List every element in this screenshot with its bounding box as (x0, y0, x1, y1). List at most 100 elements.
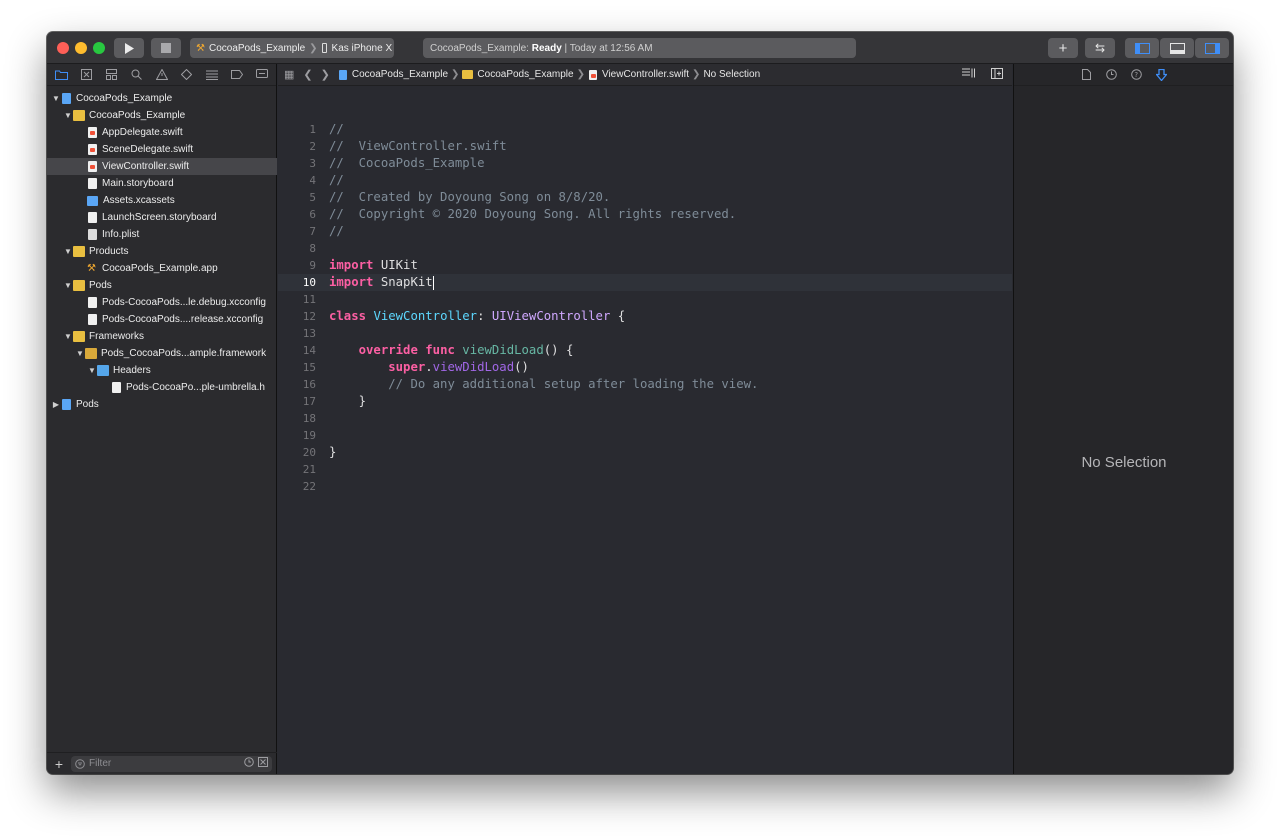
code-review-button[interactable]: ⇆ (1085, 38, 1115, 58)
code-line[interactable]: 14 override func viewDidLoad() { (278, 342, 1012, 359)
code-line[interactable]: 21 (278, 461, 1012, 478)
related-items-icon[interactable]: ▦ (284, 68, 294, 81)
tree-item-label: SceneDelegate.swift (102, 144, 194, 155)
scheme-selector[interactable]: ⚒ CocoaPods_Example ❯ Kas iPhone X (190, 38, 394, 58)
folder-icon (73, 331, 85, 342)
breadcrumb-group[interactable]: CocoaPods_Example (477, 69, 573, 80)
zoom-window-button[interactable] (93, 42, 105, 54)
tree-item-file[interactable]: LaunchScreen.storyboard (47, 209, 277, 226)
source-control-navigator-tab[interactable] (78, 68, 95, 82)
filter-field[interactable] (71, 755, 272, 772)
tree-item-file[interactable]: ⚒ CocoaPods_Example.app (47, 260, 277, 277)
tree-item-file[interactable]: AppDelegate.swift (47, 124, 277, 141)
filter-input[interactable] (89, 758, 229, 769)
disclosure-triangle-icon[interactable]: ▼ (87, 366, 97, 375)
stop-icon (161, 43, 171, 53)
navigator-tabs (47, 64, 276, 86)
jump-bar: ▦ ❮ ❯ CocoaPods_Example ❯ CocoaPods_Exam… (278, 64, 1012, 86)
tree-item-file[interactable]: SceneDelegate.swift (47, 141, 277, 158)
source-control-filter-icon[interactable] (258, 757, 268, 770)
tree-item-project[interactable]: ▼ CocoaPods_Example (47, 90, 277, 107)
tree-item-group[interactable]: ▼ Headers (47, 362, 277, 379)
toggle-inspector-button[interactable] (1195, 38, 1229, 58)
chevron-left-icon[interactable]: ❮ (303, 68, 312, 81)
breadcrumb-project[interactable]: CocoaPods_Example (352, 69, 448, 80)
code-line[interactable]: 1 // (278, 121, 1012, 138)
tree-item-group[interactable]: ▼ CocoaPods_Example (47, 107, 277, 124)
breakpoint-navigator-tab[interactable] (228, 68, 245, 82)
run-button[interactable] (114, 38, 144, 58)
code-line[interactable]: 20} (278, 444, 1012, 461)
tree-item-group[interactable]: ▼ Pods (47, 277, 277, 294)
attributes-inspector-tab[interactable] (1155, 68, 1167, 81)
code-text: // (329, 122, 344, 136)
file-inspector-tab[interactable] (1080, 69, 1092, 81)
minimize-window-button[interactable] (75, 42, 87, 54)
symbol-navigator-tab[interactable] (103, 68, 120, 82)
disclosure-triangle-icon[interactable]: ▼ (63, 247, 73, 256)
tree-item-file-selected[interactable]: ViewController.swift (47, 158, 277, 175)
history-inspector-tab[interactable] (1105, 69, 1117, 81)
close-window-button[interactable] (57, 42, 69, 54)
code-line[interactable]: 11 (278, 291, 1012, 308)
code-area[interactable]: 1 // 2 // ViewController.swift 3 // CocoaPods… (278, 121, 1012, 495)
code-line[interactable]: 19 (278, 427, 1012, 444)
code-line[interactable]: 18 (278, 410, 1012, 427)
recent-files-icon[interactable] (244, 757, 254, 770)
code-line[interactable]: 12 class ViewController: UIViewController… (278, 308, 1012, 325)
tree-item-group[interactable]: ▼ Products (47, 243, 277, 260)
find-navigator-tab[interactable] (128, 68, 145, 82)
toggle-debug-area-button[interactable] (1160, 38, 1194, 58)
tree-item-file[interactable]: Main.storyboard (47, 175, 277, 192)
warning-icon (155, 69, 168, 80)
library-button[interactable]: + (1048, 38, 1078, 58)
project-file-icon (62, 399, 71, 410)
add-file-button[interactable]: + (47, 756, 71, 772)
code-line[interactable]: 16 // Do any additional setup after load… (278, 376, 1012, 393)
tree-item-group[interactable]: ▼ Frameworks (47, 328, 277, 345)
tree-item-file[interactable]: Pods-CocoaPods....release.xcconfig (47, 311, 277, 328)
test-diamond-icon (181, 69, 192, 80)
report-navigator-tab[interactable] (253, 68, 270, 82)
toggle-navigator-button[interactable] (1125, 38, 1159, 58)
code-line[interactable]: 22 (278, 478, 1012, 495)
disclosure-triangle-icon[interactable]: ▼ (63, 281, 73, 290)
tree-item-file[interactable]: Pods-CocoaPods...le.debug.xcconfig (47, 294, 277, 311)
project-navigator-tab[interactable] (53, 68, 70, 82)
code-line[interactable]: 7 // (278, 223, 1012, 240)
disclosure-triangle-icon[interactable]: ▼ (51, 94, 61, 103)
code-line[interactable]: 9 import UIKit (278, 257, 1012, 274)
tree-item-project[interactable]: ▶ Pods (47, 396, 277, 413)
disclosure-triangle-icon[interactable]: ▼ (75, 349, 85, 358)
tree-item-file[interactable]: Info.plist (47, 226, 277, 243)
code-line[interactable]: 15 super.viewDidLoad() (278, 359, 1012, 376)
code-line[interactable]: 3 // CocoaPods_Example (278, 155, 1012, 172)
code-line[interactable]: 10 import SnapKit (278, 274, 1012, 291)
code-line[interactable]: 5 // Created by Doyoung Song on 8/8/20. (278, 189, 1012, 206)
code-line[interactable]: 13 (278, 325, 1012, 342)
issue-navigator-tab[interactable] (153, 68, 170, 82)
code-line[interactable]: 4 // (278, 172, 1012, 189)
stop-button[interactable] (151, 38, 181, 58)
code-text: class ViewController: UIViewController { (329, 309, 626, 323)
disclosure-triangle-icon[interactable]: ▶ (51, 400, 61, 409)
code-line[interactable]: 6 // Copyright © 2020 Doyoung Song. All r… (278, 206, 1012, 223)
add-editor-icon[interactable] (991, 67, 1003, 82)
test-navigator-tab[interactable] (178, 68, 195, 82)
code-line[interactable]: 17 } (278, 393, 1012, 410)
disclosure-triangle-icon[interactable]: ▼ (63, 111, 73, 120)
tree-item-file[interactable]: Pods-CocoaPo...ple-umbrella.h (47, 379, 277, 396)
editor-options-icon[interactable] (962, 68, 976, 81)
chevron-right-icon[interactable]: ❯ (321, 68, 330, 81)
tree-item-file[interactable]: Assets.xcassets (47, 192, 277, 209)
line-number: 1 (309, 123, 316, 136)
breadcrumb-symbol[interactable]: No Selection (703, 69, 760, 80)
disclosure-triangle-icon[interactable]: ▼ (63, 332, 73, 341)
code-line[interactable]: 8 (278, 240, 1012, 257)
debug-navigator-tab[interactable] (203, 68, 220, 82)
source-editor: ▦ ❮ ❯ CocoaPods_Example ❯ CocoaPods_Exam… (278, 64, 1012, 774)
breadcrumb-file[interactable]: ViewController.swift (602, 69, 689, 80)
quick-help-inspector-tab[interactable]: ? (1130, 69, 1142, 81)
tree-item-framework[interactable]: ▼ Pods_CocoaPods...ample.framework (47, 345, 277, 362)
code-line[interactable]: 2 // ViewController.swift (278, 138, 1012, 155)
